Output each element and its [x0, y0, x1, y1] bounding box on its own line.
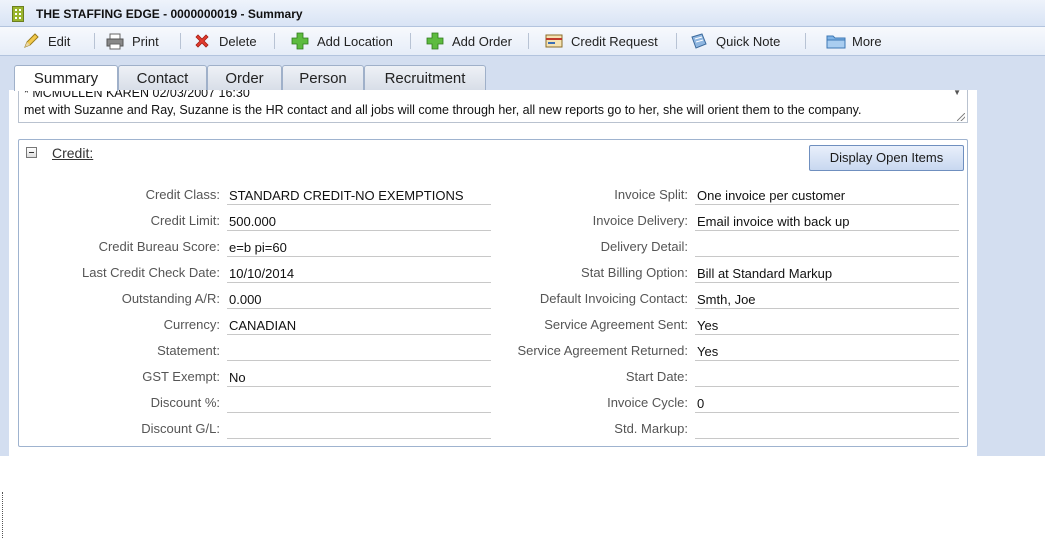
- delete-x-icon: [193, 32, 211, 50]
- credit-heading[interactable]: Credit:: [52, 145, 93, 161]
- right-field-label: Delivery Detail:: [600, 239, 688, 254]
- right-field-label: Invoice Delivery:: [592, 213, 688, 228]
- note-icon: [690, 32, 708, 50]
- toolbar-divider: [410, 33, 411, 49]
- note-author-line: * MCMULLEN KAREN 02/03/2007 16:30: [24, 90, 250, 100]
- edit-label: Edit: [48, 33, 71, 49]
- right-field-value[interactable]: Yes: [695, 317, 959, 335]
- left-field-value[interactable]: 500.000: [227, 213, 491, 231]
- tab-recruitment[interactable]: Recruitment: [364, 65, 486, 90]
- title-bar: THE STAFFING EDGE - 0000000019 - Summary: [0, 0, 1045, 27]
- toolbar-divider: [676, 33, 677, 49]
- collapse-icon[interactable]: [26, 147, 37, 158]
- credit-request-label: Credit Request: [571, 33, 658, 49]
- add-order-label: Add Order: [452, 33, 512, 49]
- left-field-label: Credit Bureau Score:: [98, 239, 220, 254]
- window-title: THE STAFFING EDGE - 0000000019 - Summary: [36, 7, 303, 21]
- right-field-label: Default Invoicing Contact:: [539, 291, 688, 306]
- display-open-items-button[interactable]: Display Open Items: [809, 145, 964, 171]
- left-field-label: Last Credit Check Date:: [81, 265, 220, 280]
- left-field-label: Discount G/L:: [141, 421, 220, 436]
- right-field-label: Invoice Split:: [614, 187, 688, 202]
- quick-note-label: Quick Note: [716, 33, 781, 49]
- delete-label: Delete: [219, 33, 257, 49]
- left-field-label: Outstanding A/R:: [121, 291, 220, 306]
- left-field-label: Credit Class:: [145, 187, 220, 202]
- note-text-line: met with Suzanne and Ray, Suzanne is the…: [24, 103, 862, 117]
- plus-icon: [426, 32, 444, 50]
- left-field-value[interactable]: [227, 421, 491, 439]
- more-label: More: [852, 33, 882, 49]
- left-field-value[interactable]: No: [227, 369, 491, 387]
- tab-contact[interactable]: Contact: [118, 65, 207, 90]
- right-field-label: Start Date:: [625, 369, 688, 384]
- left-field-value[interactable]: 0.000: [227, 291, 491, 309]
- toolbar-divider: [274, 33, 275, 49]
- left-margin: [0, 90, 9, 538]
- right-field-label: Service Agreement Returned:: [517, 343, 688, 358]
- right-field-label: Std. Markup:: [614, 421, 688, 436]
- toolbar-divider: [94, 33, 95, 49]
- right-field-value[interactable]: Email invoice with back up: [695, 213, 959, 231]
- right-field-value[interactable]: [695, 421, 959, 439]
- scroll-down-icon[interactable]: ▼: [953, 90, 961, 97]
- left-field-value[interactable]: [227, 343, 491, 361]
- toolbar-divider: [180, 33, 181, 49]
- left-field-label: GST Exempt:: [142, 369, 220, 384]
- right-field-label: Service Agreement Sent:: [544, 317, 688, 332]
- left-field-label: Credit Limit:: [150, 213, 220, 228]
- edit-button[interactable]: Edit: [22, 31, 70, 51]
- left-field-label: Statement:: [157, 343, 220, 358]
- right-field-value[interactable]: [695, 239, 959, 257]
- credit-panel: Credit: Display Open Items Credit Class:…: [18, 139, 968, 447]
- print-button[interactable]: Print: [106, 31, 159, 51]
- left-field-value[interactable]: STANDARD CREDIT-NO EXEMPTIONS: [227, 187, 491, 205]
- building-icon: [12, 6, 24, 22]
- delete-button[interactable]: Delete: [193, 31, 257, 51]
- more-button[interactable]: More: [826, 31, 882, 51]
- right-margin: [977, 90, 1045, 456]
- right-field-label: Stat Billing Option:: [581, 265, 688, 280]
- right-field-label: Invoice Cycle:: [607, 395, 688, 410]
- printer-icon: [106, 32, 124, 50]
- notes-textarea[interactable]: * MCMULLEN KAREN 02/03/2007 16:30 met wi…: [18, 90, 968, 123]
- add-location-button[interactable]: Add Location: [291, 31, 393, 51]
- left-field-value[interactable]: 10/10/2014: [227, 265, 491, 283]
- add-order-button[interactable]: Add Order: [426, 31, 512, 51]
- toolbar-divider: [528, 33, 529, 49]
- toolbar-divider: [805, 33, 806, 49]
- toolbar: Edit Print Delete Add Location Add Order…: [0, 27, 1045, 56]
- tab-person[interactable]: Person: [282, 65, 364, 90]
- right-field-value[interactable]: Yes: [695, 343, 959, 361]
- right-field-value[interactable]: [695, 369, 959, 387]
- left-field-value[interactable]: CANADIAN: [227, 317, 491, 335]
- tab-order[interactable]: Order: [207, 65, 282, 90]
- right-field-value[interactable]: 0: [695, 395, 959, 413]
- add-location-label: Add Location: [317, 33, 393, 49]
- pencil-icon: [22, 32, 40, 50]
- right-field-value[interactable]: One invoice per customer: [695, 187, 959, 205]
- tab-strip: Summary Contact Order Person Recruitment: [0, 56, 1045, 91]
- right-field-value[interactable]: Bill at Standard Markup: [695, 265, 959, 283]
- credit-request-icon: [545, 32, 563, 50]
- tab-summary[interactable]: Summary: [14, 65, 118, 91]
- left-field-value[interactable]: [227, 395, 491, 413]
- right-field-value[interactable]: Smth, Joe: [695, 291, 959, 309]
- print-label: Print: [132, 33, 159, 49]
- left-field-value[interactable]: e=b pi=60: [227, 239, 491, 257]
- left-field-label: Discount %:: [150, 395, 220, 410]
- plus-icon: [291, 32, 309, 50]
- splitter-handle[interactable]: [2, 492, 6, 538]
- folder-icon: [826, 32, 846, 50]
- resize-grip-icon[interactable]: [957, 113, 965, 121]
- left-field-label: Currency:: [163, 317, 220, 332]
- credit-request-button[interactable]: Credit Request: [545, 31, 658, 51]
- quick-note-button[interactable]: Quick Note: [690, 31, 780, 51]
